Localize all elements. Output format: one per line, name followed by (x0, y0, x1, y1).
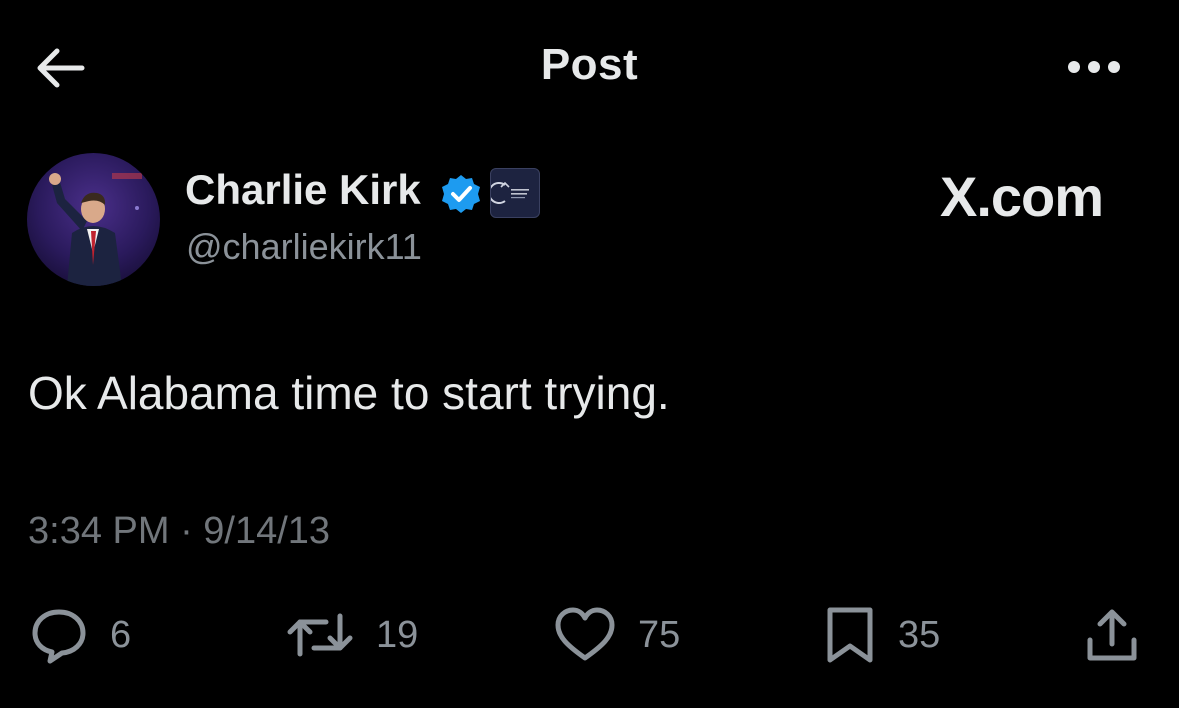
action-bar: 6 19 75 35 (0, 600, 1179, 670)
author-handle[interactable]: @charliekirk11 (186, 226, 422, 268)
post-timestamp[interactable]: 3:34 PM · 9/14/13 (28, 510, 330, 553)
heart-icon (555, 607, 615, 661)
bookmark-count: 35 (898, 613, 941, 656)
post-text: Ok Alabama time to start trying. (28, 367, 670, 419)
share-button[interactable] (1082, 600, 1142, 670)
verified-badge-icon[interactable] (440, 173, 482, 215)
like-button[interactable]: 75 (552, 600, 680, 670)
organization-badge-icon[interactable] (490, 168, 540, 218)
repost-button[interactable]: 19 (284, 600, 418, 670)
bookmark-icon (827, 607, 873, 663)
bookmark-button[interactable]: 35 (822, 600, 940, 670)
reply-count: 6 (110, 613, 132, 656)
like-count: 75 (638, 613, 681, 656)
repost-icon (287, 613, 353, 657)
reply-button[interactable]: 6 (28, 600, 131, 670)
reply-icon (32, 609, 86, 664)
watermark: X.com (940, 165, 1104, 228)
author-display-name[interactable]: Charlie Kirk (185, 166, 421, 214)
top-bar: Post (0, 0, 1179, 130)
repost-count: 19 (376, 613, 419, 656)
share-icon (1087, 609, 1137, 661)
avatar[interactable] (27, 153, 160, 286)
page-title: Post (540, 40, 639, 89)
more-horizontal-icon (1068, 61, 1120, 73)
avatar-photo (27, 153, 160, 286)
more-options-button[interactable] (1062, 50, 1126, 84)
